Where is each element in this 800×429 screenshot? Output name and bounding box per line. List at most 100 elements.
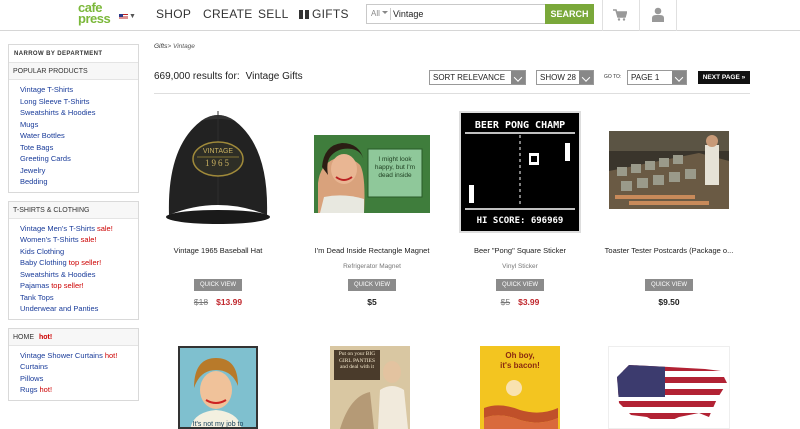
- next-page-button[interactable]: NEXT PAGE »: [698, 71, 750, 84]
- user-icon[interactable]: [652, 7, 664, 22]
- sidebar-heading-label: HOME: [13, 333, 34, 341]
- product-price: $9.50: [599, 297, 739, 307]
- search-input[interactable]: [393, 7, 543, 21]
- sidebar-item-label: Sweatshirts & Hoodies: [20, 269, 96, 279]
- sidebar-item[interactable]: Sweatshirts & Hoodies: [20, 269, 138, 281]
- per-page-select-value: SHOW 28: [540, 73, 577, 82]
- sidebar-item[interactable]: Water Bottles: [20, 130, 138, 142]
- search-button[interactable]: SEARCH: [545, 4, 594, 24]
- nav-sell[interactable]: SELL: [258, 7, 289, 21]
- quick-view-button[interactable]: QUICK VIEW: [194, 279, 242, 291]
- results-query: Vintage Gifts: [245, 71, 303, 82]
- product-title[interactable]: Vintage 1965 Baseball Hat: [148, 246, 288, 255]
- product-image-hat[interactable]: VINTAGE 1965: [163, 107, 273, 225]
- sidebar-item[interactable]: Curtains: [20, 361, 138, 373]
- sidebar-item[interactable]: Vintage Shower Curtains hot!: [20, 350, 138, 362]
- magnet-artwork: I might look happy, but I'm dead inside: [314, 135, 430, 213]
- product-card[interactable]: [599, 346, 739, 429]
- bacon-text-2: it's bacon!: [500, 361, 540, 370]
- sidebar-item[interactable]: Underwear and Panties: [20, 303, 138, 315]
- sidebar-item[interactable]: Rugs hot!: [20, 384, 138, 396]
- sidebar-list-home: Vintage Shower Curtains hot! Curtains Pil…: [9, 346, 138, 400]
- sidebar-title: NARROW BY DEPARTMENT: [9, 45, 138, 63]
- divider: [154, 93, 750, 94]
- nav-shop[interactable]: SHOP: [156, 7, 191, 21]
- product-image[interactable]: [608, 346, 730, 429]
- sidebar-item-label: Long Sleeve T-Shirts: [20, 96, 90, 106]
- goto-label: GO TO:: [604, 74, 622, 80]
- sale-tag: sale!: [80, 235, 97, 244]
- sidebar-item[interactable]: Sweatshirts & Hoodies: [20, 107, 138, 119]
- chevron-down-icon[interactable]: [382, 11, 388, 14]
- product-image-magnet[interactable]: I might look happy, but I'm dead inside: [314, 135, 430, 213]
- sidebar-item[interactable]: Vintage Men's T-Shirts sale!: [20, 223, 138, 235]
- quick-view-button[interactable]: QUICK VIEW: [645, 279, 693, 291]
- product-title[interactable]: I'm Dead Inside Rectangle Magnet: [302, 246, 442, 255]
- product-card[interactable]: VINTAGE 1965 Vintage 1965 Baseball Hat Q…: [148, 107, 288, 312]
- sidebar-item[interactable]: Greeting Cards: [20, 153, 138, 165]
- product-image[interactable]: Oh boy, it's bacon!: [480, 346, 560, 429]
- hat-text-year: 1965: [205, 158, 231, 168]
- product-card[interactable]: BEER PONG CHAMP HI SCORE: 696969 Beer "P…: [450, 107, 590, 312]
- sidebar-item-label: Curtains: [20, 362, 48, 371]
- breadcrumb-gifts[interactable]: Gifts: [154, 43, 167, 50]
- search-bar: All SEARCH: [366, 4, 594, 24]
- sidebar-item[interactable]: Long Sleeve T-Shirts: [20, 96, 138, 108]
- sidebar-item[interactable]: Kids Clothing: [20, 246, 138, 258]
- sidebar-item[interactable]: Pajamas top seller!: [20, 280, 138, 292]
- magnet-text: I might look happy, but I'm dead inside: [374, 156, 416, 179]
- sidebar-heading-popular: POPULAR PRODUCTS: [9, 63, 138, 80]
- hat-text-vintage: VINTAGE: [203, 148, 234, 155]
- nav-create[interactable]: CREATE: [203, 7, 253, 21]
- per-page-select[interactable]: SHOW 28: [536, 70, 594, 85]
- sidebar-panel: T-SHIRTS & CLOTHING Vintage Men's T-Shir…: [8, 200, 139, 320]
- us-flag-icon[interactable]: [119, 14, 128, 20]
- product-image[interactable]: It's not my job to: [178, 346, 258, 429]
- product-card[interactable]: Put on your BIG GIRL PANTIES and deal wi…: [300, 346, 440, 429]
- nav-gifts[interactable]: GIFTS: [299, 7, 349, 21]
- header-divider: [676, 0, 677, 31]
- regular-price: $9.50: [658, 297, 680, 307]
- sidebar-item[interactable]: Tote Bags: [20, 142, 138, 154]
- product-subtitle: Refrigerator Magnet: [343, 263, 401, 270]
- sidebar-item[interactable]: Tank Tops: [20, 292, 138, 304]
- product-card[interactable]: Toaster Tester Postcards (Package o... Q…: [599, 107, 739, 312]
- sticker-text-bottom: HI SCORE: 696969: [477, 216, 564, 226]
- sidebar-heading-clothing: T-SHIRTS & CLOTHING: [9, 201, 138, 219]
- quick-view-button[interactable]: QUICK VIEW: [496, 279, 544, 291]
- cart-icon[interactable]: [613, 9, 627, 21]
- sticker-artwork: BEER PONG CHAMP HI SCORE: 696969: [461, 113, 579, 231]
- sidebar-item[interactable]: Vintage T-Shirts: [20, 84, 138, 96]
- sidebar-item[interactable]: Bedding: [20, 176, 138, 188]
- sticker-text-top: BEER PONG CHAMP: [475, 120, 565, 131]
- sidebar-item-label: Underwear and Panties: [20, 304, 99, 313]
- quick-view-button[interactable]: QUICK VIEW: [348, 279, 396, 291]
- page-select[interactable]: PAGE 1: [627, 70, 687, 85]
- product-title[interactable]: Toaster Tester Postcards (Package o...: [599, 246, 739, 255]
- card-text: It's not my job to: [193, 421, 244, 428]
- product-image[interactable]: Put on your BIG GIRL PANTIES and deal wi…: [330, 346, 410, 429]
- sidebar-item[interactable]: Pillows: [20, 373, 138, 385]
- sidebar-item[interactable]: Mugs: [20, 119, 138, 131]
- search-scope-select[interactable]: All: [371, 9, 380, 18]
- product-card[interactable]: I might look happy, but I'm dead inside …: [302, 107, 442, 312]
- product-image-sticker[interactable]: BEER PONG CHAMP HI SCORE: 696969: [459, 111, 581, 233]
- product-card[interactable]: It's not my job to: [148, 346, 288, 429]
- sidebar-panel: NARROW BY DEPARTMENT POPULAR PRODUCTS Vi…: [8, 44, 139, 193]
- chevron-down-icon[interactable]: ▼: [129, 13, 136, 20]
- sidebar-item[interactable]: Women's T-Shirts sale!: [20, 234, 138, 246]
- sidebar-item-label: Pillows: [20, 373, 44, 383]
- poster-text: Put on your BIG GIRL PANTIES and deal wi…: [338, 351, 376, 370]
- sidebar-item[interactable]: Jewelry: [20, 165, 138, 177]
- sort-select[interactable]: SORT RELEVANCE: [429, 70, 526, 85]
- bacon-artwork: Oh boy, it's bacon!: [480, 346, 560, 429]
- sidebar-item-label: Rugs: [20, 385, 38, 394]
- sidebar-item-label: Vintage Shower Curtains: [20, 350, 103, 360]
- postcard-artwork: [609, 131, 729, 209]
- results-count: 669,000 results for:: [154, 71, 240, 82]
- sidebar-item[interactable]: Baby Clothing top seller!: [20, 257, 138, 269]
- search-divider: [390, 8, 391, 20]
- product-card[interactable]: Oh boy, it's bacon!: [450, 346, 590, 429]
- product-image-postcards[interactable]: [609, 131, 729, 209]
- product-title[interactable]: Beer "Pong" Square Sticker: [450, 246, 590, 255]
